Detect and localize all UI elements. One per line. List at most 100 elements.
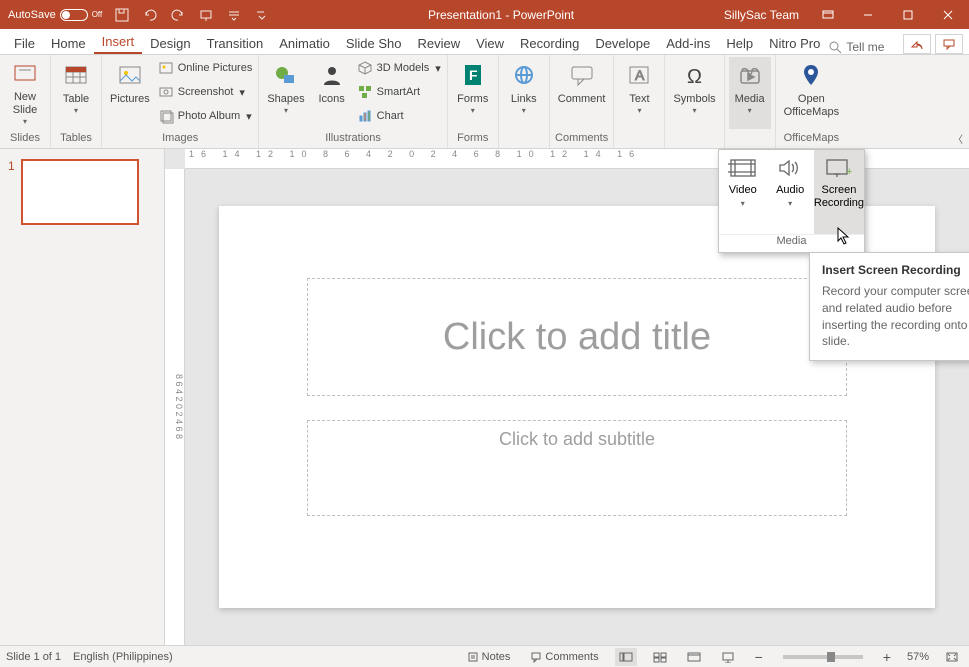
links-button[interactable]: Links▾ — [503, 57, 545, 129]
screen-recording-icon: + — [824, 158, 854, 178]
collapse-ribbon-button[interactable]: 〈 — [953, 131, 963, 146]
svg-text:A: A — [635, 67, 645, 83]
photo-album-button[interactable]: Photo Album▾ — [156, 105, 255, 127]
chart-button[interactable]: Chart — [355, 105, 443, 127]
tab-slideshow[interactable]: Slide Sho — [338, 32, 410, 54]
user-name[interactable]: SillySac Team — [724, 8, 799, 22]
online-pictures-button[interactable]: Online Pictures — [156, 57, 255, 79]
shapes-icon — [270, 59, 302, 91]
tab-home[interactable]: Home — [43, 32, 94, 54]
text-button[interactable]: AText▾ — [618, 57, 660, 129]
open-officemaps-button[interactable]: Open OfficeMaps — [780, 57, 843, 129]
group-images-label: Images — [106, 132, 254, 148]
group-text-label — [618, 132, 660, 148]
group-tables-label: Tables — [55, 132, 97, 148]
zoom-in-button[interactable]: + — [879, 649, 895, 665]
autosave-switch-icon — [60, 9, 88, 21]
group-links: Links▾ — [499, 55, 550, 148]
table-button[interactable]: Table▾ — [55, 57, 97, 129]
slide-sorter-view-button[interactable] — [649, 648, 671, 666]
status-bar: Slide 1 of 1 English (Philippines) Notes… — [0, 645, 969, 667]
normal-view-button[interactable] — [615, 648, 637, 666]
comments-button[interactable]: Comments — [526, 651, 602, 663]
table-icon — [60, 59, 92, 91]
subtitle-placeholder[interactable]: Click to add subtitle — [307, 420, 847, 516]
search-icon — [828, 40, 842, 54]
video-icon — [728, 158, 758, 178]
autosave-toggle[interactable]: AutoSave Off — [4, 9, 106, 21]
forms-button[interactable]: FForms▾ — [452, 57, 494, 129]
slideshow-view-button[interactable] — [717, 648, 739, 666]
slide-count[interactable]: Slide 1 of 1 — [6, 651, 61, 663]
minimize-button[interactable] — [849, 0, 887, 29]
new-slide-button[interactable]: New Slide▾ — [4, 57, 46, 129]
tab-transitions[interactable]: Transition — [199, 32, 272, 54]
tab-file[interactable]: File — [6, 32, 43, 54]
zoom-level[interactable]: 57% — [907, 651, 929, 663]
shapes-button[interactable]: Shapes▾ — [263, 57, 308, 129]
group-slides-label: Slides — [4, 132, 46, 148]
notes-button[interactable]: Notes — [463, 651, 515, 663]
media-button[interactable]: Media▾ — [729, 57, 771, 129]
title-placeholder[interactable]: Click to add title — [307, 278, 847, 396]
icons-button[interactable]: Icons — [311, 57, 353, 129]
slide-thumbnail-1[interactable] — [21, 159, 139, 225]
audio-button[interactable]: Audio▾ — [766, 150, 813, 234]
qat-more-button[interactable] — [222, 3, 246, 27]
new-slide-icon — [9, 59, 41, 89]
tell-me-search[interactable]: Tell me — [828, 40, 884, 54]
ribbon: New Slide▾ Slides Table▾ Tables Pictures… — [0, 55, 969, 149]
video-label: Video — [729, 184, 757, 197]
reading-view-button[interactable] — [683, 648, 705, 666]
chart-icon — [357, 108, 373, 124]
tab-design[interactable]: Design — [142, 32, 198, 54]
start-from-beginning-button[interactable] — [194, 3, 218, 27]
3d-models-button[interactable]: 3D Models▾ — [355, 57, 443, 79]
smartart-button[interactable]: SmartArt — [355, 81, 443, 103]
group-tables: Table▾ Tables — [51, 55, 102, 148]
symbols-button[interactable]: ΩSymbols▾ — [669, 57, 719, 129]
tab-insert[interactable]: Insert — [94, 30, 143, 54]
tab-review[interactable]: Review — [409, 32, 468, 54]
tab-view[interactable]: View — [468, 32, 512, 54]
group-slides: New Slide▾ Slides — [0, 55, 51, 148]
comments-pane-button[interactable] — [935, 34, 963, 54]
icons-icon — [316, 59, 348, 91]
screen-recording-button[interactable]: + Screen Recording — [814, 150, 864, 234]
group-forms-label: Forms — [452, 132, 494, 148]
share-button[interactable] — [903, 34, 931, 54]
window-title: Presentation1 - PowerPoint — [278, 8, 724, 22]
comment-button[interactable]: Comment — [554, 57, 610, 129]
qat-customize-button[interactable] — [250, 3, 274, 27]
fit-to-window-button[interactable] — [941, 648, 963, 666]
3d-models-icon — [357, 60, 373, 76]
video-button[interactable]: Video▾ — [719, 150, 766, 234]
save-button[interactable] — [110, 3, 134, 27]
undo-button[interactable] — [138, 3, 162, 27]
group-officemaps-label: OfficeMaps — [780, 132, 843, 148]
redo-button[interactable] — [166, 3, 190, 27]
tab-help[interactable]: Help — [718, 32, 761, 54]
group-text: AText▾ — [614, 55, 665, 148]
tab-developer[interactable]: Develope — [587, 32, 658, 54]
tab-addins[interactable]: Add-ins — [658, 32, 718, 54]
tab-animations[interactable]: Animatio — [271, 32, 338, 54]
zoom-out-button[interactable]: − — [751, 649, 767, 665]
group-officemaps: Open OfficeMaps OfficeMaps — [776, 55, 847, 148]
group-forms: FForms▾ Forms — [448, 55, 499, 148]
language-button[interactable]: English (Philippines) — [73, 651, 173, 663]
group-media: Media▾ — [725, 55, 776, 148]
smartart-icon — [357, 84, 373, 100]
tab-recording[interactable]: Recording — [512, 32, 587, 54]
tab-nitro[interactable]: Nitro Pro — [761, 32, 828, 54]
screenshot-button[interactable]: Screenshot▾ — [156, 81, 255, 103]
close-button[interactable] — [929, 0, 967, 29]
text-icon: A — [623, 59, 655, 91]
maximize-button[interactable] — [889, 0, 927, 29]
title-bar: AutoSave Off Presentation1 - PowerPoint … — [0, 0, 969, 29]
zoom-slider[interactable] — [783, 655, 863, 659]
pictures-button[interactable]: Pictures — [106, 57, 154, 129]
tooltip: Insert Screen Recording Record your comp… — [809, 252, 969, 361]
slide-thumbnail-pane[interactable]: 1 — [0, 149, 165, 645]
ribbon-display-button[interactable] — [809, 0, 847, 29]
